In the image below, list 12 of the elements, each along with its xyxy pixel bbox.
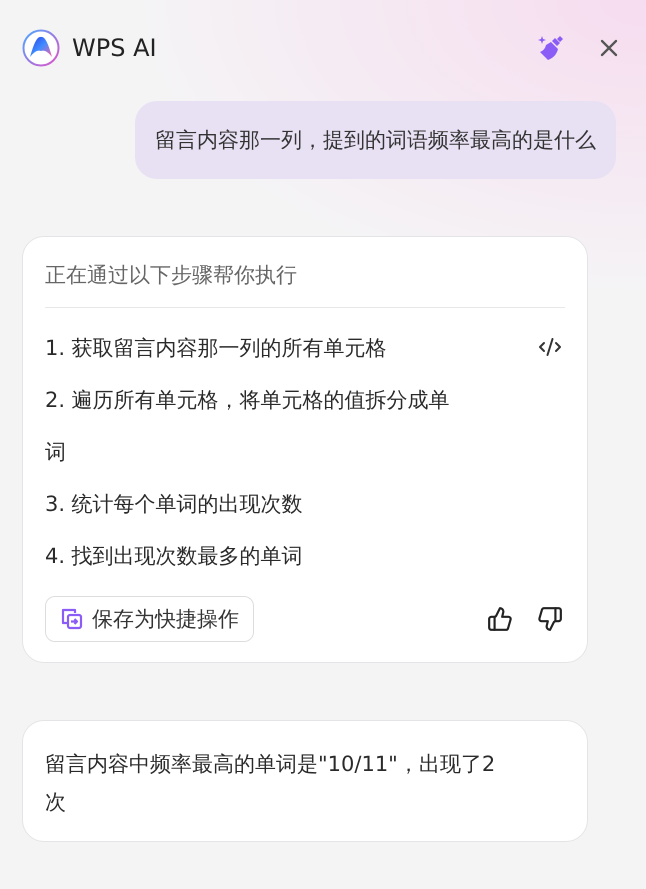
plan-heading: 正在通过以下步骤帮你执行 [45,261,565,308]
save-shortcut-button[interactable]: 保存为快捷操作 [45,596,254,642]
save-shortcut-icon [60,607,84,631]
logo-icon [22,29,60,67]
answer-text: 留言内容中频率最高的单词是"10/11"，出现了2次 [45,751,496,816]
broom-sparkle-icon[interactable] [536,33,566,63]
plan-step: 2. 遍历所有单元格，将单元格的值拆分成单词 [45,374,465,478]
user-message: 留言内容那一列，提到的词语频率最高的是什么 [135,101,616,179]
app-title: WPS AI [72,34,158,62]
plan-step: 4. 找到出现次数最多的单词 [45,530,465,582]
plan-step: 3. 统计每个单词的出现次数 [45,478,465,530]
plan-step: 1. 获取留言内容那一列的所有单元格 [45,322,465,374]
